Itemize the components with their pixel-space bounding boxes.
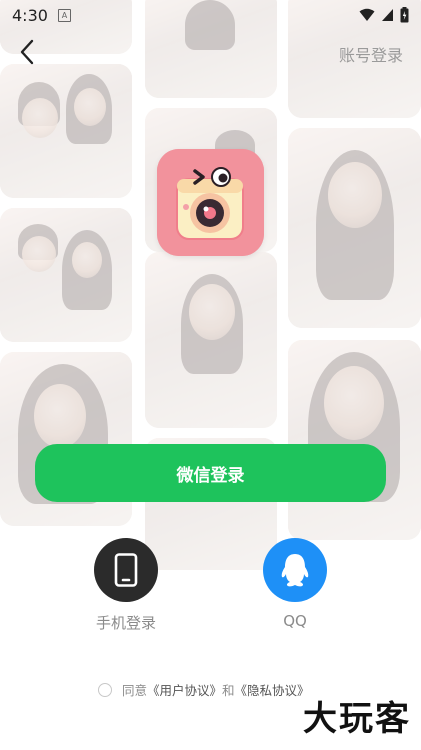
qq-login-button[interactable]: QQ bbox=[261, 538, 329, 630]
phone-login-label: 手机登录 bbox=[95, 614, 156, 632]
collage-photo bbox=[288, 128, 421, 328]
collage-photo bbox=[0, 64, 132, 198]
watermark-logo: 大玩客 bbox=[303, 699, 411, 739]
agreement-row: 同意《用户协议》和《隐私协议》 bbox=[98, 680, 310, 699]
top-bar: 账号登录 bbox=[0, 30, 421, 74]
wifi-icon bbox=[359, 8, 375, 21]
battery-icon bbox=[400, 7, 409, 23]
cell-signal-icon bbox=[382, 9, 393, 21]
privacy-agreement-link[interactable]: 《隐私协议》 bbox=[235, 683, 310, 698]
status-time: 4:30 bbox=[12, 5, 48, 25]
agreement-conjunction: 和 bbox=[222, 683, 235, 698]
qq-login-label: QQ bbox=[283, 612, 307, 630]
notification-a-icon: A bbox=[57, 8, 71, 22]
qq-penguin-icon bbox=[281, 554, 309, 587]
background-photo-collage bbox=[0, 0, 421, 750]
agree-checkbox[interactable] bbox=[98, 682, 112, 697]
phone-login-circle[interactable] bbox=[94, 538, 158, 602]
app-logo bbox=[157, 149, 264, 256]
agreement-prefix: 同意 bbox=[122, 683, 148, 698]
user-agreement-link[interactable]: 《用户协议》 bbox=[147, 683, 222, 698]
agreement-text: 同意《用户协议》和《隐私协议》 bbox=[122, 680, 310, 699]
collage-photo bbox=[288, 340, 421, 540]
account-login-link[interactable]: 账号登录 bbox=[339, 42, 403, 66]
wechat-login-button[interactable]: 微信登录 bbox=[35, 444, 386, 502]
back-button[interactable] bbox=[10, 34, 44, 70]
collage-photo bbox=[0, 208, 132, 342]
collage-photo bbox=[145, 252, 277, 428]
camera-mascot-icon bbox=[157, 149, 264, 256]
qq-login-circle[interactable] bbox=[263, 538, 327, 602]
chevron-left-icon bbox=[20, 39, 34, 65]
smartphone-icon bbox=[114, 553, 138, 587]
phone-login-button[interactable]: 手机登录 bbox=[92, 538, 160, 633]
status-bar: 4:30 A bbox=[0, 0, 421, 30]
